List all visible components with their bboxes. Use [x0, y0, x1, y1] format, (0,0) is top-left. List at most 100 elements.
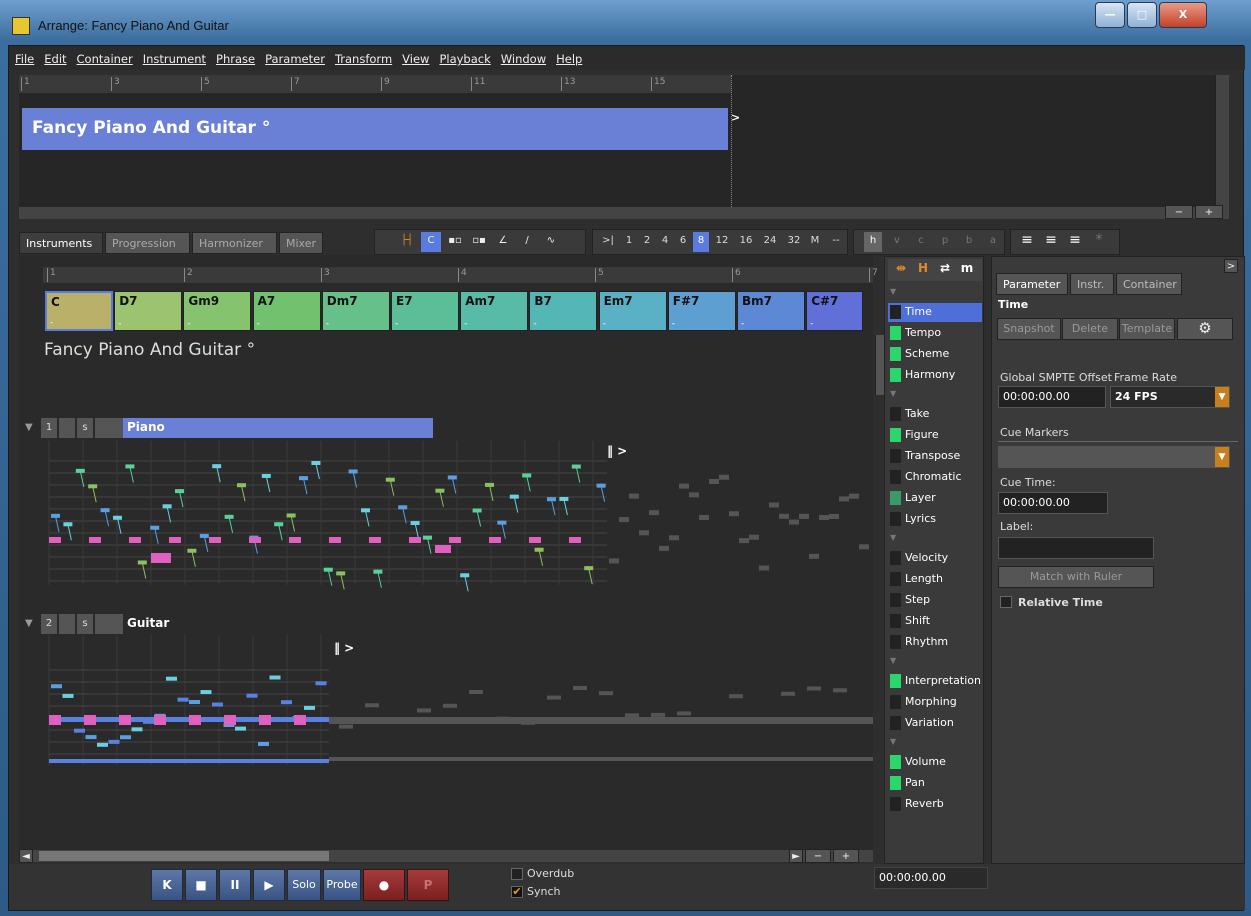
grid-2-button[interactable]: 2: [639, 232, 655, 252]
note[interactable]: [833, 688, 847, 693]
note[interactable]: [97, 742, 108, 747]
param-item-rhythm[interactable]: Rhythm: [888, 633, 982, 652]
param-toggle[interactable]: [890, 674, 901, 688]
pause-button[interactable]: II: [219, 869, 251, 901]
param-item-layer[interactable]: Layer: [888, 489, 982, 508]
snapshot-button[interactable]: Snapshot: [997, 318, 1061, 340]
note[interactable]: [799, 513, 809, 519]
note[interactable]: [49, 715, 61, 725]
note[interactable]: [189, 700, 200, 705]
note[interactable]: [529, 537, 541, 543]
param-toggle[interactable]: [890, 716, 901, 730]
note[interactable]: [789, 519, 799, 525]
note[interactable]: [235, 726, 246, 731]
note[interactable]: [304, 705, 315, 710]
param-toggle[interactable]: [890, 593, 901, 607]
note[interactable]: [489, 537, 501, 543]
grid-none-button[interactable]: --: [825, 232, 847, 252]
panel-collapse-button[interactable]: >: [1224, 259, 1238, 273]
note[interactable]: [62, 693, 74, 698]
note[interactable]: [609, 558, 619, 564]
param-toggle[interactable]: [890, 326, 901, 340]
editor-hscroll[interactable]: ◄ ► − +: [19, 849, 873, 863]
note[interactable]: [329, 537, 341, 543]
note[interactable]: [294, 715, 306, 725]
param-toggle[interactable]: [890, 305, 901, 319]
chevron-down-icon[interactable]: ▼: [1215, 447, 1229, 467]
layout-button[interactable]: ≡: [1017, 232, 1037, 252]
frame-rate-select[interactable]: 24 FPS ▼: [1110, 386, 1230, 408]
note[interactable]: [759, 565, 769, 571]
note-display[interactable]: [19, 255, 873, 861]
tool-button[interactable]: ∠: [493, 232, 513, 252]
note[interactable]: [749, 534, 759, 540]
note[interactable]: [829, 513, 839, 519]
tool-button[interactable]: C: [421, 232, 441, 252]
grid-32-button[interactable]: 32: [783, 232, 805, 252]
note[interactable]: [703, 719, 717, 724]
param-toggle[interactable]: [890, 428, 901, 442]
cue-markers-select[interactable]: ▼: [998, 446, 1230, 468]
param-toggle[interactable]: [890, 572, 901, 586]
menu-view[interactable]: View: [396, 46, 433, 66]
tab-harmonizer[interactable]: Harmonizer: [192, 232, 277, 254]
smpte-offset-field[interactable]: 00:00:00.00: [998, 386, 1106, 408]
note[interactable]: [639, 530, 649, 536]
param-item-pan[interactable]: Pan: [888, 774, 982, 793]
param-item-figure[interactable]: Figure: [888, 426, 982, 445]
match-with-ruler-button[interactable]: Match with Ruler: [998, 566, 1154, 588]
param-toggle[interactable]: [890, 449, 901, 463]
note[interactable]: [281, 700, 292, 705]
menu-help[interactable]: Help: [550, 46, 586, 66]
note[interactable]: [339, 724, 353, 729]
param-item-variation[interactable]: Variation: [888, 714, 982, 733]
note[interactable]: [259, 715, 271, 725]
param-item-time[interactable]: Time: [888, 303, 982, 322]
note[interactable]: [212, 702, 223, 707]
note[interactable]: [108, 739, 120, 744]
note[interactable]: [739, 538, 749, 544]
grid-8-button[interactable]: 8: [693, 232, 709, 252]
note[interactable]: [469, 690, 483, 695]
param-item-tempo[interactable]: Tempo: [888, 324, 982, 343]
note[interactable]: [755, 718, 769, 723]
rewind-button[interactable]: K: [151, 869, 183, 901]
param-item-scheme[interactable]: Scheme: [888, 345, 982, 364]
param-toggle[interactable]: [890, 491, 901, 505]
param-toggle[interactable]: [890, 470, 901, 484]
param-item-reverb[interactable]: Reverb: [888, 795, 982, 814]
note[interactable]: [329, 757, 873, 761]
note[interactable]: [569, 537, 581, 543]
panel-tab-instr[interactable]: Instr.: [1070, 273, 1114, 295]
param-item-take[interactable]: Take: [888, 405, 982, 424]
tool-button[interactable]: ▫▪: [469, 232, 489, 252]
note[interactable]: [209, 537, 221, 543]
note[interactable]: [365, 703, 379, 708]
overview-end-marker[interactable]: >: [731, 111, 740, 124]
menu-phrase[interactable]: Phrase: [210, 46, 259, 66]
note[interactable]: [521, 720, 535, 725]
record-button[interactable]: ●: [363, 869, 405, 901]
note[interactable]: [629, 493, 639, 499]
note[interactable]: [129, 537, 141, 543]
chevron-down-icon[interactable]: ▼: [1215, 387, 1229, 407]
cue-time-field[interactable]: 00:00:00.00: [998, 492, 1108, 514]
note[interactable]: [689, 492, 699, 498]
note[interactable]: [699, 515, 709, 521]
menu-instrument[interactable]: Instrument: [137, 46, 210, 66]
note[interactable]: [409, 537, 421, 543]
menu-playback[interactable]: Playback: [433, 46, 494, 66]
zoom-in-button[interactable]: +: [833, 849, 859, 863]
param-header-icon[interactable]: ⇄: [935, 261, 955, 279]
param-toggle[interactable]: [890, 551, 901, 565]
hscroll-right[interactable]: ►: [789, 849, 803, 863]
template-button[interactable]: Template: [1119, 318, 1175, 340]
note[interactable]: [599, 691, 613, 696]
note[interactable]: [677, 711, 691, 716]
note[interactable]: [84, 715, 96, 725]
param-header-icon[interactable]: ⇼: [891, 261, 911, 279]
note[interactable]: [719, 474, 729, 480]
layout-button[interactable]: ≡: [1041, 232, 1061, 252]
note[interactable]: [679, 483, 689, 489]
param-item-interpretation[interactable]: Interpretation: [888, 672, 982, 691]
